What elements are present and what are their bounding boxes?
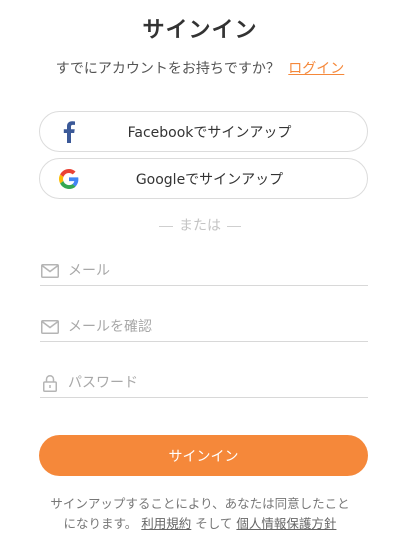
terms-line-1: サインアップすることにより、あなたは同意したこと — [50, 496, 350, 511]
terms-and-text: そして — [195, 516, 233, 531]
facebook-signup-button[interactable]: Facebookでサインアップ — [39, 111, 368, 152]
divider-line-right — [227, 225, 241, 227]
email-field — [40, 256, 368, 286]
google-signup-label: Googleでサインアップ — [135, 171, 284, 188]
login-link[interactable]: ログイン — [288, 61, 344, 77]
lock-icon — [40, 374, 60, 392]
signin-button[interactable]: サインイン — [39, 435, 368, 476]
divider-line-left — [159, 225, 173, 227]
password-input[interactable] — [68, 368, 368, 397]
or-divider: または — [0, 215, 400, 235]
page-title: サインイン — [142, 18, 258, 43]
terms-notice: サインアップすることにより、あなたは同意したこと になります。 利用規約 そして… — [30, 494, 370, 534]
facebook-signup-label: Facebookでサインアップ — [127, 124, 292, 141]
google-signup-button[interactable]: Googleでサインアップ — [39, 158, 368, 199]
envelope-icon — [40, 262, 60, 280]
have-account-text: すでにアカウントをお持ちですか？ ログイン — [0, 58, 400, 78]
terms-line-2: になります。 利用規約 そして 個人情報保護方針 — [30, 514, 370, 534]
terms-of-use-link[interactable]: 利用規約 — [141, 516, 191, 531]
or-divider-text: または — [179, 218, 221, 234]
email-input[interactable] — [68, 256, 368, 285]
have-account-label: すでにアカウントをお持ちですか？ — [55, 61, 280, 77]
terms-line-2-prefix: になります。 — [63, 516, 138, 531]
password-field — [40, 368, 368, 398]
privacy-policy-link[interactable]: 個人情報保護方針 — [236, 516, 336, 531]
signin-page: サインイン すでにアカウントをお持ちですか？ ログイン Facebookでサイン… — [0, 0, 400, 545]
email-confirm-input[interactable] — [68, 312, 368, 341]
envelope-icon — [40, 318, 60, 336]
email-confirm-field — [40, 312, 368, 342]
